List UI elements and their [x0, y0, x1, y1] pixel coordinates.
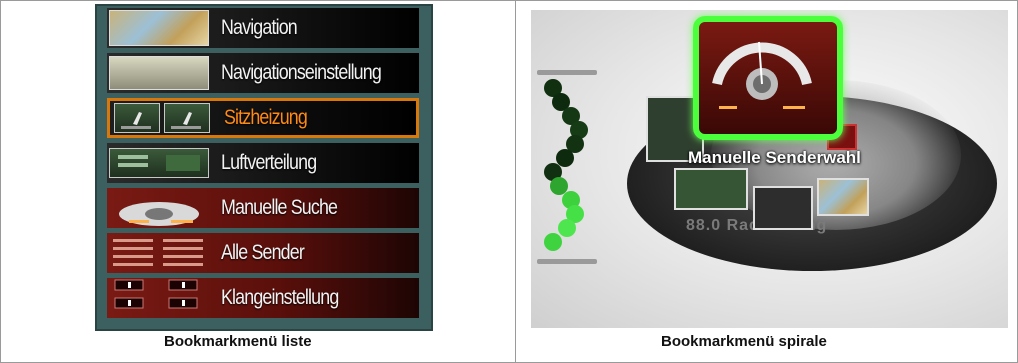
menu-item-luftverteilung[interactable]: Luftverteilung: [107, 143, 419, 183]
air-distribution-thumbnail: [109, 148, 209, 178]
menu-item-sitzheizung[interactable]: Sitzheizung: [107, 98, 419, 138]
menu-item-label: Navigation: [221, 16, 298, 39]
menu-item-label: Luftverteilung: [221, 151, 317, 174]
spiral-card-map[interactable]: [817, 178, 869, 216]
focused-card-manual-tuning[interactable]: [693, 16, 843, 140]
menu-item-label: Sitzheizung: [224, 106, 308, 129]
menu-item-label: Klangeinstellung: [221, 286, 339, 309]
settings-thumbnail: [109, 56, 209, 90]
station-list-thumbnail-icon: [113, 239, 203, 266]
caption-list: Bookmarkmenü liste: [164, 333, 312, 350]
panel-divider: [515, 0, 516, 363]
menu-item-navigationseinstellung[interactable]: Navigationseinstellung: [107, 53, 419, 93]
menu-item-label: Manuelle Suche: [221, 196, 338, 219]
menu-item-klangeinstellung[interactable]: Klangeinstellung: [107, 278, 419, 318]
map-thumbnail: [109, 10, 209, 46]
bookmark-spiral-menu: 88.0 Radio Gong: [531, 10, 1008, 328]
menu-item-label: Alle Sender: [221, 241, 305, 264]
sound-settings-thumbnail-icon: [114, 279, 198, 309]
spiral-card-settings[interactable]: [753, 186, 813, 230]
bookmark-list-menu: Navigation Navigationseinstellung Sitzhe…: [95, 4, 433, 331]
menu-item-manuelle-suche[interactable]: Manuelle Suche: [107, 188, 419, 228]
caption-spiral: Bookmarkmenü spirale: [661, 333, 827, 350]
seat-heating-left-icon: [114, 103, 160, 133]
speedometer-icon: [712, 41, 812, 109]
gauge-thumbnail-icon: [119, 202, 199, 226]
spiral-scroll-indicator[interactable]: [531, 70, 606, 270]
menu-item-navigation[interactable]: Navigation: [107, 8, 419, 48]
focused-item-label: Manuelle Senderwahl: [688, 148, 861, 167]
menu-item-alle-sender[interactable]: Alle Sender: [107, 233, 419, 273]
seat-heating-right-icon: [164, 103, 210, 133]
spiral-card-seat-heating[interactable]: [674, 168, 748, 210]
menu-item-label: Navigationseinstellung: [221, 61, 382, 84]
